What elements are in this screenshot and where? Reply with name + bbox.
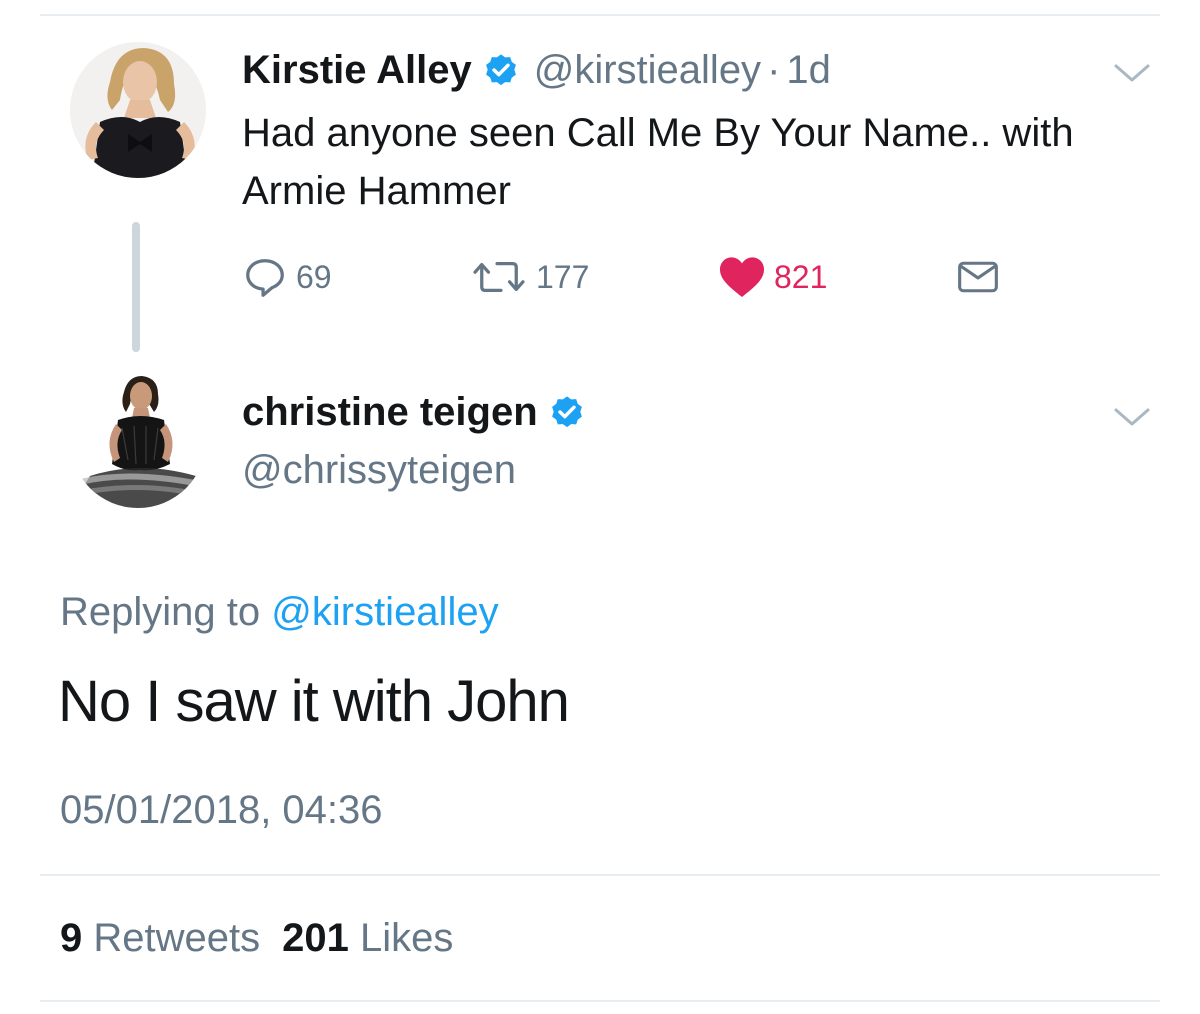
chevron-down-icon[interactable]: [1112, 62, 1152, 86]
likes-label: Likes: [360, 916, 454, 960]
retweets-count: 9: [60, 916, 83, 960]
likes-count: 201: [282, 916, 349, 960]
retweet-icon: [473, 261, 525, 293]
parent-tweet-text: Had anyone seen Call Me By Your Name.. w…: [242, 111, 1074, 213]
separator-dot: ·: [767, 48, 781, 92]
envelope-icon: [958, 261, 998, 293]
like-count: 821: [774, 258, 828, 295]
direct-message-action[interactable]: [956, 252, 1000, 302]
verified-badge-icon: [548, 393, 586, 431]
replying-to-mention[interactable]: @kirstiealley: [271, 590, 498, 634]
avatar-chrissy-teigen[interactable]: [70, 372, 206, 508]
reply-tweet-header: christine teigen: [242, 386, 600, 438]
tweet-actions: 69 177 821: [242, 252, 1042, 302]
retweet-count: 177: [536, 258, 590, 295]
reply-tweet-text: No I saw it with John: [58, 669, 570, 734]
retweet-action[interactable]: 177: [470, 252, 589, 302]
parent-tweet: Kirstie Alley @kirstiealley · 1d Had any…: [0, 0, 1200, 360]
tweet-timestamp: 05/01/2018, 04:36: [60, 788, 383, 832]
chevron-down-icon[interactable]: [1112, 406, 1152, 430]
divider: [40, 874, 1160, 876]
replying-to-line: Replying to @kirstiealley: [60, 584, 499, 640]
thread-connector-line: [132, 222, 140, 352]
reply-author-name[interactable]: christine teigen: [242, 386, 538, 438]
engagement-stats: 9 Retweets 201 Likes: [60, 910, 453, 966]
divider: [40, 1000, 1160, 1002]
reply-count: 69: [296, 258, 332, 295]
heart-icon: [720, 257, 764, 297]
verified-badge-icon: [482, 51, 520, 89]
author-name[interactable]: Kirstie Alley: [242, 44, 472, 96]
reply-author-handle[interactable]: @chrissyteigen: [242, 444, 516, 496]
replying-to-label: Replying to: [60, 590, 261, 634]
retweets-stat[interactable]: 9 Retweets: [60, 916, 260, 960]
tweet-age[interactable]: 1d: [786, 44, 831, 96]
avatar-kirstie-alley[interactable]: [70, 42, 206, 178]
reply-icon: [246, 259, 284, 297]
retweets-label: Retweets: [93, 916, 261, 960]
like-action[interactable]: 821: [718, 252, 827, 302]
reply-action[interactable]: 69: [242, 252, 332, 302]
likes-stat[interactable]: 201 Likes: [282, 916, 453, 960]
parent-tweet-header: Kirstie Alley @kirstiealley · 1d: [242, 44, 831, 96]
author-handle[interactable]: @kirstiealley: [534, 44, 761, 96]
